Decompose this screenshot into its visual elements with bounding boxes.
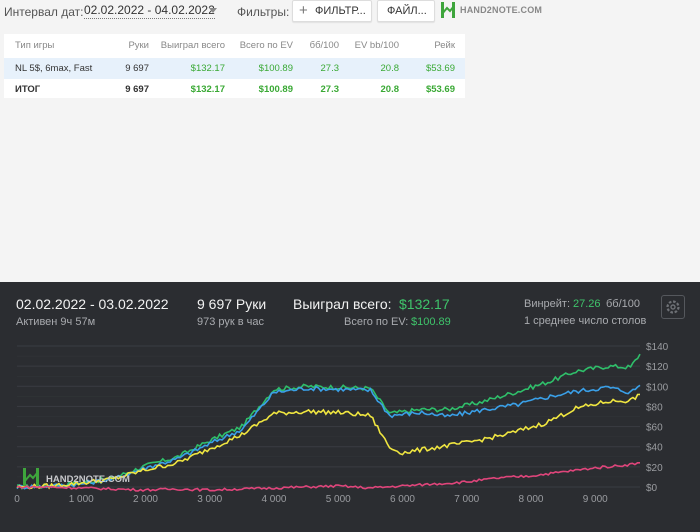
table-header: Тип игры Руки Выиграл всего Всего по EV … [4, 36, 465, 55]
hand2note-logo-icon [441, 2, 455, 18]
won-total-value: $132.17 [399, 296, 450, 312]
plus-icon: + [299, 2, 308, 19]
x-tick-label: 3 000 [197, 494, 222, 505]
y-tick-label: $60 [646, 423, 663, 434]
table-total-row: ИТОГ 9 697 $132.17 $100.89 27.3 20.8 $53… [4, 80, 465, 99]
panel-date-range: 02.02.2022 - 03.02.2022 [16, 296, 169, 312]
y-tick-label: $120 [646, 362, 669, 373]
y-tick-label: $20 [646, 463, 663, 474]
profit-chart: $140 $120 $100 $80 $60 $40 $20 $0 0 1 000 2 000 3 0… [14, 342, 669, 505]
toolbar: Интервал дат: 02.02.2022 - 04.02.2022 Фи… [0, 0, 700, 28]
logo-text: HAND2NOTE.COM [460, 5, 543, 15]
filter-button[interactable]: + ФИЛЬТР... [292, 0, 372, 22]
gear-icon [666, 300, 680, 314]
hand2note-watermark-icon [23, 468, 39, 486]
x-tick-label: 7 000 [454, 494, 479, 505]
col-ev-bb100[interactable]: EV bb/100 [342, 40, 399, 51]
y-tick-label: $0 [646, 483, 658, 494]
col-hands[interactable]: Руки [104, 40, 149, 51]
x-tick-label: 8 000 [518, 494, 543, 505]
date-range-picker[interactable]: 02.02.2022 - 04.02.2022 [84, 3, 215, 19]
y-tick-label: $140 [646, 342, 669, 353]
logo-mark-part [36, 468, 39, 486]
cell-rake: $53.69 [425, 84, 455, 95]
cell-hands: 9 697 [125, 63, 149, 74]
filters-label: Фильтры: [237, 5, 290, 19]
x-tick-label: 2 000 [133, 494, 158, 505]
cell-rake: $53.69 [425, 63, 455, 74]
col-ev-total[interactable]: Всего по EV [229, 40, 293, 51]
cell-won-total: $132.17 [190, 63, 225, 74]
col-game-type[interactable]: Тип игры [15, 40, 54, 51]
date-interval-label: Интервал дат: [4, 5, 84, 19]
cell-bb100: 27.3 [320, 63, 340, 74]
col-rake[interactable]: Рейк [404, 40, 455, 51]
settings-button[interactable] [661, 295, 685, 319]
avg-tables: 1 среднее число столов [524, 315, 647, 327]
won-total-label: Выиграл всего: [293, 296, 392, 312]
x-tick-label: 6 000 [390, 494, 415, 505]
y-tick-label: $100 [646, 382, 669, 393]
cell-total-label: ИТОГ [15, 84, 41, 95]
winrate-label: Винрейт: [524, 298, 571, 310]
cell-ev-total: $100.89 [258, 63, 293, 74]
col-bb100[interactable]: бб/100 [296, 40, 339, 51]
cell-won-total: $132.17 [190, 84, 225, 95]
series-line [16, 353, 641, 490]
x-tick-label: 5 000 [326, 494, 351, 505]
x-tick-label: 4 000 [261, 494, 286, 505]
stats-table: Тип игры Руки Выиграл всего Всего по EV … [4, 34, 465, 98]
winrate-unit: бб/100 [606, 298, 641, 310]
cell-ev-bb100: 20.8 [380, 63, 400, 74]
cell-ev-bb100: 20.8 [380, 84, 400, 95]
hands-count: 9 697 Руки [197, 296, 267, 312]
logo-mark-part [23, 468, 26, 486]
cell-ev-total: $100.89 [258, 84, 293, 95]
x-tick-label: 9 000 [583, 494, 608, 505]
cell-bb100: 27.3 [320, 84, 340, 95]
watermark-logo-text: HAND2NOTE.COM [46, 474, 130, 485]
files-button[interactable]: ФАЙЛ... [377, 0, 435, 22]
filter-button-label: ФИЛЬТР... [315, 5, 366, 17]
table-row[interactable]: NL 5$, 6max, Fast 9 697 $132.17 $100.89 … [4, 58, 465, 79]
x-tick-label: 1 000 [69, 494, 94, 505]
col-won-total[interactable]: Выиграл всего [154, 40, 225, 51]
chevron-down-icon[interactable] [209, 8, 217, 13]
x-tick-label: 0 [14, 494, 20, 505]
cell-game-type: NL 5$, 6max, Fast [15, 63, 93, 74]
files-button-label: ФАЙЛ... [387, 5, 427, 17]
winrate-value: 27.26 [573, 298, 601, 310]
y-tick-label: $80 [646, 402, 663, 413]
y-tick-label: $40 [646, 443, 663, 454]
cell-hands: 9 697 [125, 84, 149, 95]
